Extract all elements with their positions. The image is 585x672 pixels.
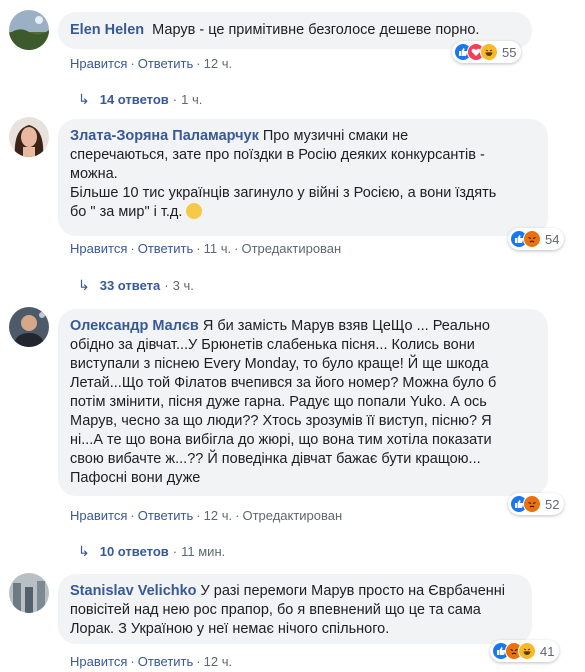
replies-count[interactable]: 33 ответа — [100, 278, 161, 293]
comment-actions: Нравится · Ответить · 12 ч. — [70, 654, 233, 669]
timestamp[interactable]: 12 ч. — [204, 508, 232, 523]
like-button[interactable]: Нравится — [70, 241, 127, 256]
reaction-count: 54 — [545, 231, 560, 247]
comment-text-line: Летай...Що той Філатов вчепився за його … — [70, 375, 497, 391]
replies-count[interactable]: 10 ответов — [100, 544, 169, 559]
avatar[interactable] — [9, 573, 49, 613]
replies-sep: · — [172, 544, 178, 559]
view-replies[interactable]: ↳ 33 ответа · 3 ч. — [78, 277, 194, 294]
replies-sep: · — [164, 278, 169, 293]
reaction-count: 41 — [540, 643, 555, 659]
avatar[interactable] — [9, 117, 49, 157]
haha-icon — [480, 43, 498, 61]
reply-arrow-icon: ↳ — [78, 543, 90, 559]
reply-arrow-icon: ↳ — [78, 277, 90, 293]
comment-actions: Нравится · Ответить · 12 ч. — [70, 56, 233, 71]
thinking-emoji-icon — [186, 203, 203, 219]
comment-author[interactable]: Олександр Малєв — [70, 318, 199, 334]
reaction-summary[interactable]: 55 — [452, 41, 522, 63]
comment-text: Марув - це примітивне безголосе дешеве п… — [152, 22, 480, 38]
replies-time: 1 ч. — [181, 92, 203, 107]
reaction-summary[interactable]: 52 — [508, 493, 565, 515]
edited-label[interactable]: Отредактирован — [242, 508, 342, 523]
replies-time: 3 ч. — [172, 278, 194, 293]
comment-bubble: Злата-Зоряна Паламарчук Про музичні смаки… — [58, 119, 548, 236]
view-replies[interactable]: ↳ 14 ответов · 1 ч. — [78, 91, 202, 108]
haha-icon — [518, 642, 536, 660]
reply-button[interactable]: Ответить — [138, 508, 194, 523]
comment-bubble: Олександр Малєв Я би замість Марув взяв Ц… — [58, 309, 548, 496]
comment-text-line: ні...А те що вона вибігла до жюрі, що во… — [70, 432, 492, 448]
replies-time: 11 мин. — [181, 544, 226, 559]
timestamp[interactable]: 11 ч. — [204, 241, 232, 256]
like-button[interactable]: Нравится — [70, 654, 127, 669]
edited-label[interactable]: Отредактирован — [241, 241, 341, 256]
reaction-count: 55 — [502, 44, 517, 60]
replies-sep: · — [172, 92, 178, 107]
comment-author[interactable]: Stanislav Velichko — [70, 583, 197, 599]
comment-actions: Нравится · Ответить · 12 ч. · Отредактирован — [70, 508, 343, 523]
comment-text-line: Марув, чесно за що люди?? Хтось зрозумів… — [70, 413, 492, 429]
reaction-summary[interactable]: 54 — [508, 228, 565, 250]
comment-bubble: Stanislav Velichko У разі перемоги Марув … — [58, 574, 532, 644]
comment-text-line: повісітей над нею рос прапор, бо я впевн… — [70, 602, 481, 618]
avatar[interactable] — [9, 307, 49, 347]
comment-text-line: бо " за мир" і т.д. — [70, 204, 183, 220]
timestamp[interactable]: 12 ч. — [204, 56, 232, 71]
angry-icon — [523, 495, 541, 513]
comment-text-line: У разі перемоги Марув просто на Єврбачен… — [200, 583, 505, 599]
reply-button[interactable]: Ответить — [138, 654, 194, 669]
comment-text-line: потім змінити, пісня дуже гарна. Радує щ… — [70, 394, 487, 410]
comment-text-line: Я би замість Марув взяв ЦеЩо ... Реально — [202, 318, 490, 334]
comment-text-line: Пафосні вони дуже — [70, 470, 201, 486]
reply-button[interactable]: Ответить — [138, 56, 194, 71]
reaction-summary[interactable]: 41 — [490, 640, 560, 662]
view-replies[interactable]: ↳ 10 ответов · 11 мин. — [78, 543, 225, 560]
comment-actions: Нравится · Ответить · 11 ч. · Отредактирован — [70, 241, 342, 256]
replies-count[interactable]: 14 ответов — [100, 92, 169, 107]
reaction-count: 52 — [545, 496, 560, 512]
reply-button[interactable]: Ответить — [138, 241, 194, 256]
avatar[interactable] — [9, 10, 49, 50]
comment-text-line: сперечаються, зате про поїздки в Росію д… — [70, 147, 485, 163]
comment-text-line: обідно за дівчат...У Брюнетів слабенька … — [70, 337, 475, 353]
like-button[interactable]: Нравится — [70, 508, 127, 523]
comment-text-line: можна. — [70, 166, 118, 182]
like-button[interactable]: Нравится — [70, 56, 127, 71]
comment-text-line: Більше 10 тис українців загинуло у війні… — [70, 185, 497, 201]
angry-icon — [523, 230, 541, 248]
comment-text-line: Про музичні смаки не — [262, 128, 409, 144]
comment-text-line: свою вибачте ж...?? Й поведінка дівчат б… — [70, 451, 481, 467]
comment-author[interactable]: Elen Helen — [70, 22, 144, 38]
comment-author[interactable]: Злата-Зоряна Паламарчук — [70, 128, 259, 144]
timestamp[interactable]: 12 ч. — [204, 654, 232, 669]
comment-text-line: Лорак. З Україною у неї немає нічого спі… — [70, 621, 390, 637]
comment-text-line: виступали з піснею Every Monday, то було… — [70, 356, 489, 372]
reply-arrow-icon: ↳ — [78, 91, 90, 107]
